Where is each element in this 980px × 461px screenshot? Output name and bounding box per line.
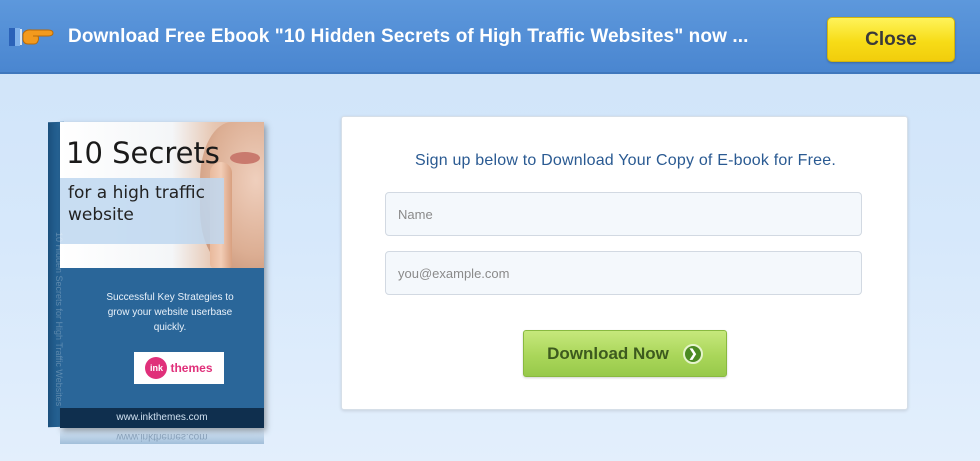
close-button[interactable]: Close: [827, 17, 955, 62]
ebook-spine-text: 10 Hidden Secrets for High Traffic Websi…: [54, 232, 64, 407]
ebook-reflection: www.inkthemes.com: [60, 428, 264, 444]
ebook-tagline: Successful Key Strategies to grow your w…: [106, 292, 234, 333]
signup-heading: Sign up below to Download Your Copy of E…: [414, 152, 837, 169]
top-banner: Download Free Ebook "10 Hidden Secrets o…: [0, 0, 980, 74]
signup-panel: Sign up below to Download Your Copy of E…: [341, 116, 908, 410]
ebook-cover: 10 Secrets for a high traffic website Su…: [60, 122, 264, 428]
book-pointing-hand-icon: [9, 28, 54, 46]
ebook-subtitle: for a high traffic website: [68, 183, 205, 225]
email-field[interactable]: [385, 251, 862, 295]
ebook-url: www.inkthemes.com: [60, 408, 264, 428]
arrow-right-icon: ❯: [682, 343, 703, 364]
download-now-button[interactable]: Download Now ❯: [523, 330, 727, 377]
download-now-label: Download Now: [547, 343, 669, 363]
name-field[interactable]: [385, 192, 862, 236]
banner-headline: Download Free Ebook "10 Hidden Secrets o…: [68, 26, 749, 47]
cover-lips: [230, 152, 260, 164]
ebook-cover-image: 10 Secrets for a high traffic website Su…: [48, 112, 266, 444]
logo-mark: ink: [145, 357, 168, 379]
logo-text: themes: [170, 361, 213, 375]
inkthemes-logo: ink themes: [134, 352, 224, 384]
ebook-title: 10 Secrets: [66, 136, 220, 170]
